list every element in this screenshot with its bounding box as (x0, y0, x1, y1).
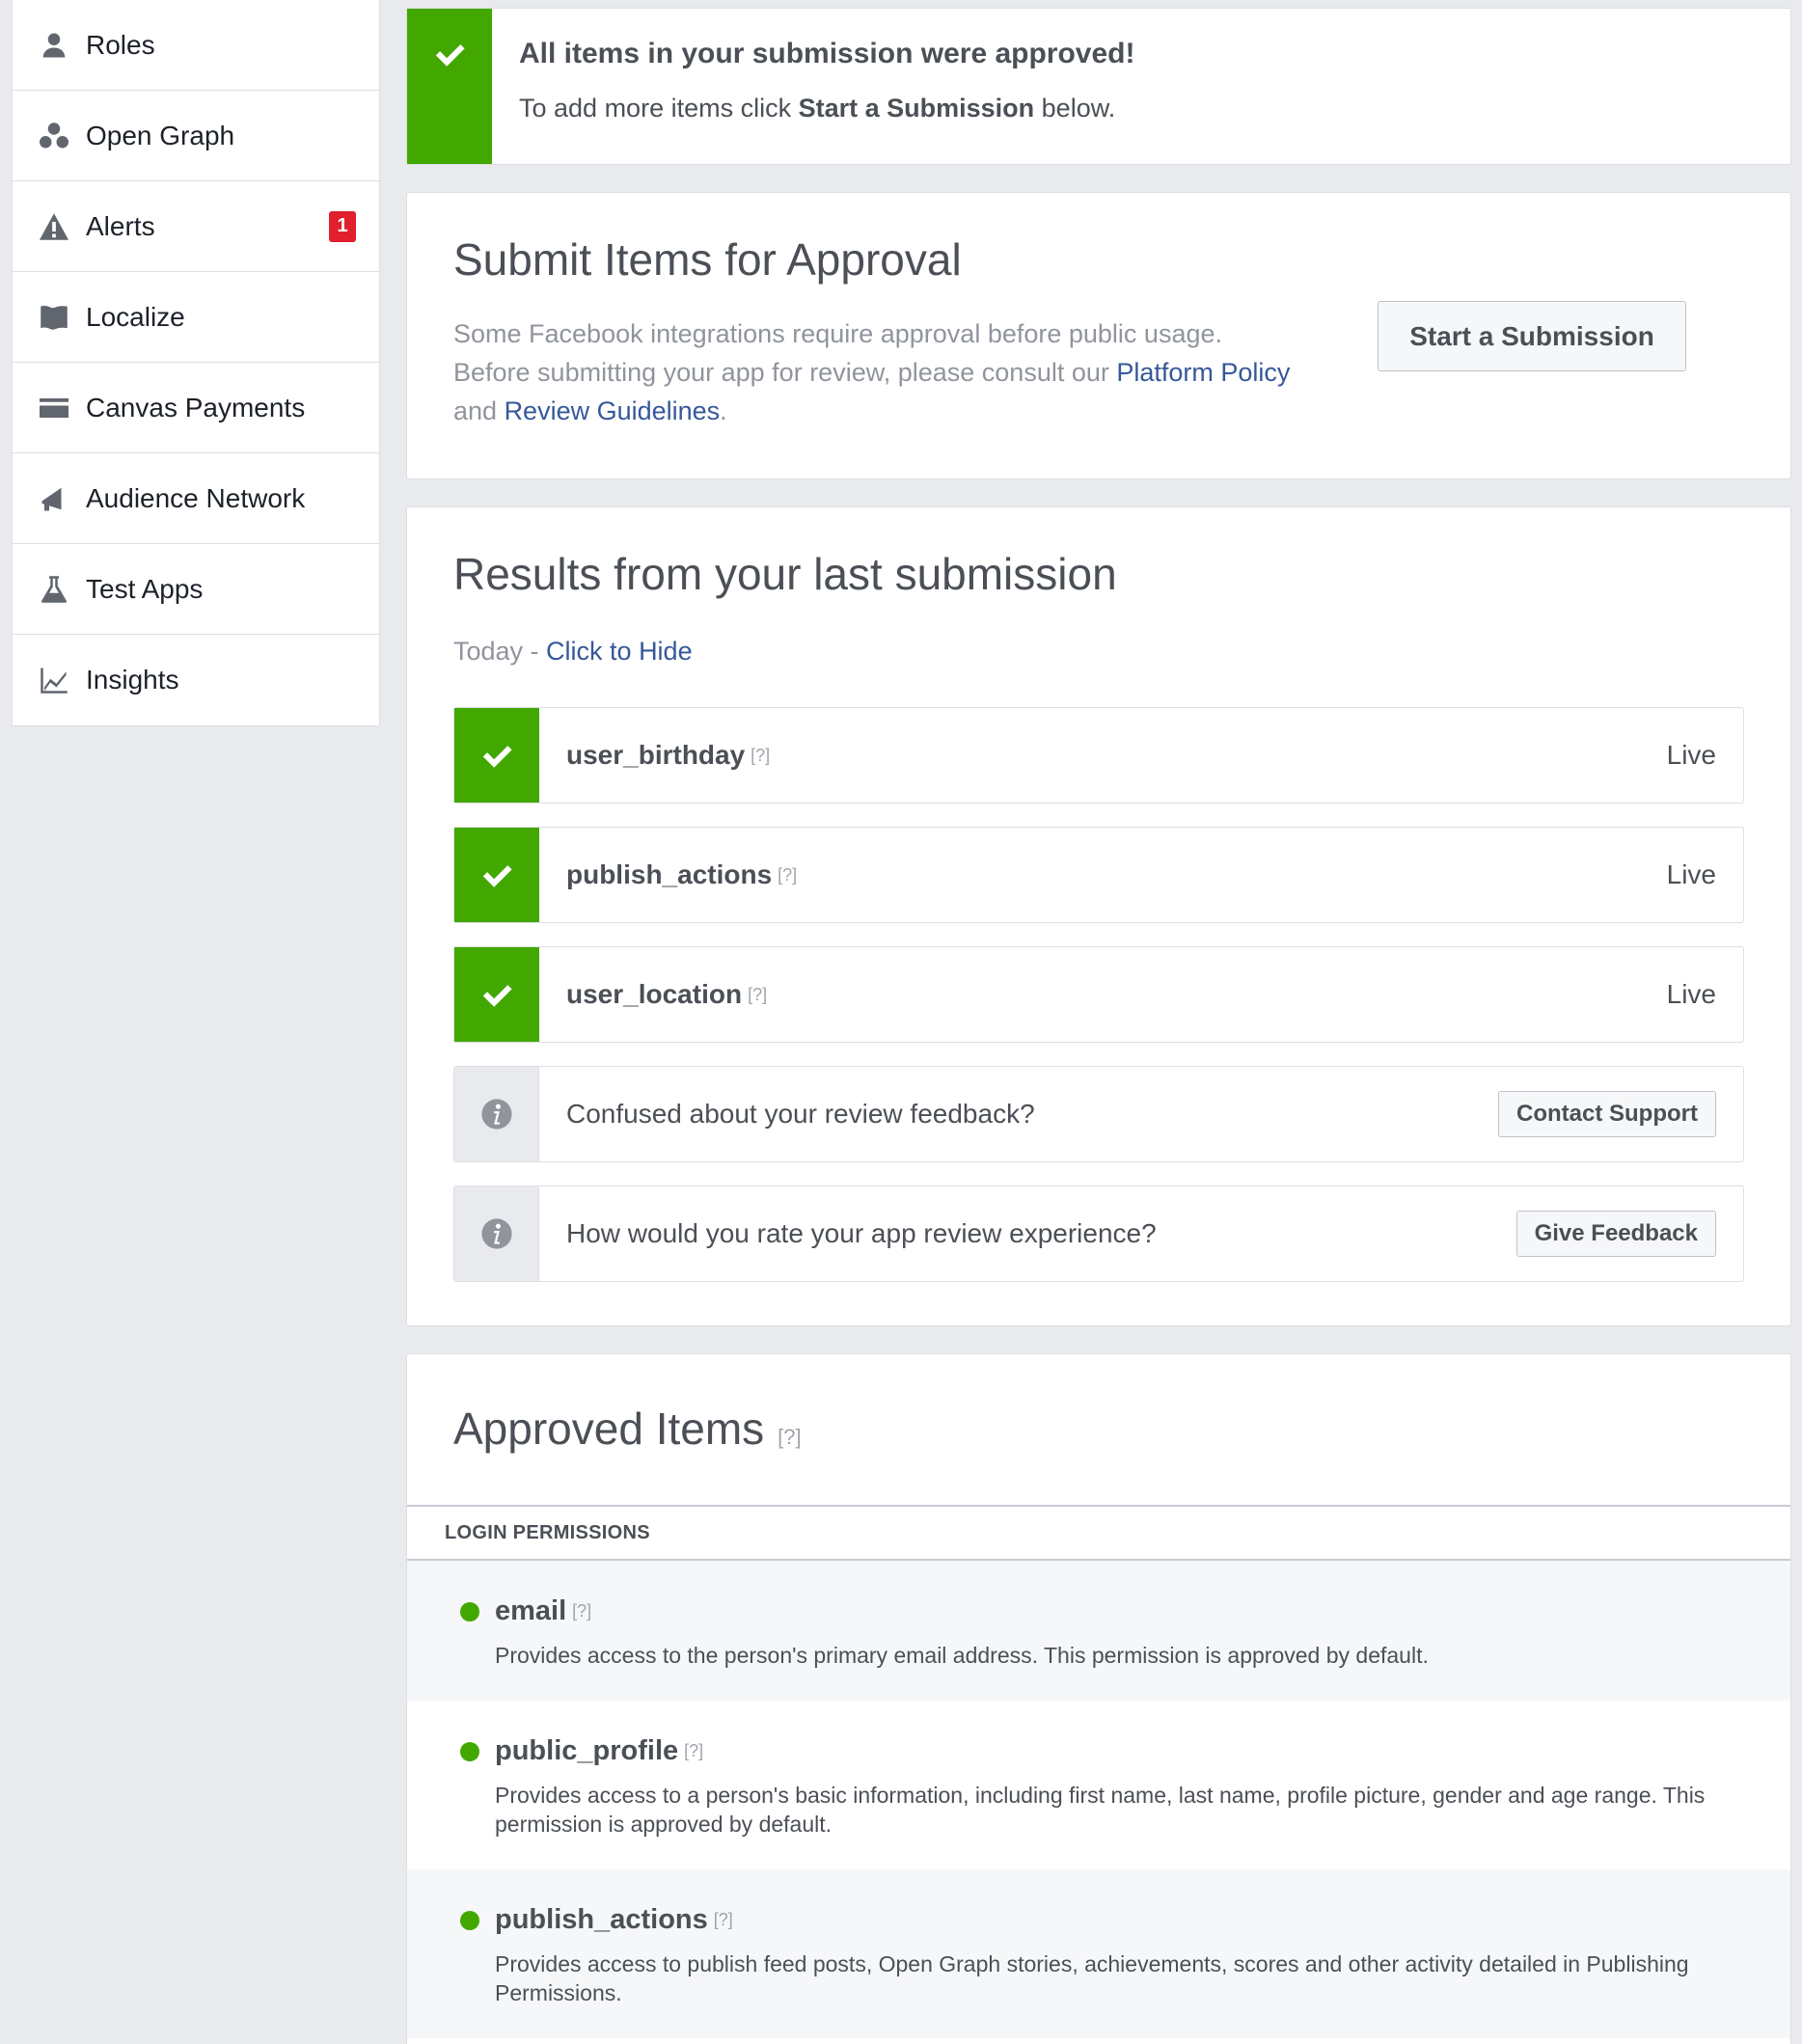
result-row: publish_actions [?] Live (453, 827, 1744, 923)
approved-title: Approved Items (453, 1404, 765, 1454)
checkmark-icon (435, 44, 465, 67)
permission-name: user_location (566, 979, 743, 1009)
sidebar-item-label: Test Apps (86, 573, 204, 604)
permission-name: user_birthday (566, 740, 746, 770)
checkmark-icon (482, 985, 512, 1007)
platform-policy-link[interactable]: Platform Policy (1116, 358, 1290, 387)
sidebar-item-canvas-payments[interactable]: Canvas Payments (13, 363, 379, 453)
sidebar: Roles Open Graph Alerts 1 Localize Canva… (12, 0, 380, 726)
result-row: user_birthday [?] Live (453, 707, 1744, 804)
credit-card-icon (40, 394, 68, 422)
person-icon (40, 31, 68, 60)
section-header-login-permissions: LOGIN PERMISSIONS (407, 1505, 1790, 1561)
flag-icon (40, 303, 68, 332)
start-submission-button[interactable]: Start a Submission (1378, 301, 1686, 371)
status-dot (460, 1741, 479, 1761)
help-link[interactable]: [?] (778, 865, 797, 886)
sidebar-item-label: Localize (86, 301, 185, 332)
alert-title: All items in your submission were approv… (519, 38, 1135, 69)
results-title: Results from your last submission (453, 549, 1117, 599)
megaphone-icon (40, 484, 68, 513)
sidebar-item-label: Roles (86, 29, 155, 60)
status-dot (460, 1910, 479, 1930)
checkmark-icon (482, 865, 512, 887)
help-link[interactable]: [?] (684, 1741, 703, 1761)
sidebar-item-test-apps[interactable]: Test Apps (13, 544, 379, 635)
sidebar-item-label: Canvas Payments (86, 392, 306, 422)
sidebar-item-label: Insights (86, 665, 179, 695)
warning-icon (40, 212, 68, 241)
sidebar-item-localize[interactable]: Localize (13, 272, 379, 363)
permission-item: email [?] Provides access to the person's… (407, 1561, 1790, 1701)
sidebar-item-audience-network[interactable]: Audience Network (13, 453, 379, 544)
help-link[interactable]: [?] (748, 985, 767, 1005)
open-graph-icon (40, 122, 68, 150)
contact-support-button[interactable]: Contact Support (1498, 1091, 1716, 1137)
sidebar-item-alerts[interactable]: Alerts 1 (13, 181, 379, 272)
line-chart-icon (40, 666, 68, 695)
sidebar-item-label: Open Graph (86, 120, 235, 150)
info-row: Confused about your review feedback? Con… (453, 1066, 1744, 1162)
sidebar-item-open-graph[interactable]: Open Graph (13, 91, 379, 181)
permission-description: Provides access to a person's basic info… (495, 1783, 1706, 1837)
status-text: Live (1666, 979, 1716, 1009)
help-link[interactable]: [?] (751, 746, 770, 766)
main-content: All items in your submission were approv… (406, 8, 1791, 2044)
permission-description: Provides access to the person's primary … (495, 1643, 1429, 1668)
give-feedback-button[interactable]: Give Feedback (1515, 1211, 1716, 1257)
sidebar-item-label: Alerts (86, 210, 155, 241)
submit-title: Submit Items for Approval (453, 234, 962, 285)
results-date: Today - Click to Hide (453, 637, 693, 666)
permission-name: publish_actions (495, 1904, 708, 1935)
result-row: user_location [?] Live (453, 946, 1744, 1043)
sidebar-item-label: Audience Network (86, 482, 306, 513)
help-link[interactable]: [?] (714, 1910, 733, 1930)
alert-text: To add more items click Start a Submissi… (519, 94, 1116, 123)
permission-name: publish_actions (566, 859, 773, 889)
flask-icon (40, 575, 68, 604)
permission-item: publish_actions [?] Provides access to pu… (407, 1869, 1790, 2038)
permission-name: email (495, 1595, 567, 1626)
approved-items-card: Approved Items [?] LOGIN PERMISSIONS ema… (406, 1353, 1791, 2044)
submit-description: Some Facebook integrations require appro… (453, 319, 1291, 425)
info-text: Confused about your review feedback? (566, 1099, 1035, 1129)
info-text: How would you rate your app review exper… (566, 1218, 1157, 1248)
sidebar-item-roles[interactable]: Roles (13, 0, 379, 91)
alert-status-bar (407, 9, 492, 164)
help-link[interactable]: [?] (572, 1601, 591, 1622)
status-text: Live (1666, 740, 1716, 770)
info-icon (480, 1218, 512, 1249)
review-guidelines-link[interactable]: Review Guidelines (505, 396, 721, 425)
sidebar-item-insights[interactable]: Insights (13, 635, 379, 725)
results-card: Results from your last submission Today … (406, 506, 1791, 1326)
checkmark-icon (482, 746, 512, 768)
status-dot (460, 1601, 479, 1622)
status-text: Live (1666, 859, 1716, 889)
help-link[interactable]: [?] (778, 1425, 801, 1450)
info-row: How would you rate your app review exper… (453, 1186, 1744, 1282)
submit-items-card: Submit Items for Approval Some Facebook … (406, 192, 1791, 479)
permission-item: public_profile [?] Provides access to a p… (407, 1701, 1790, 1869)
permission-description: Provides access to publish feed posts, O… (495, 1951, 1689, 2005)
info-icon (480, 1099, 512, 1130)
approval-success-alert: All items in your submission were approv… (406, 8, 1791, 165)
permission-name: public_profile (495, 1735, 679, 1766)
click-to-hide-link[interactable]: Click to Hide (546, 637, 693, 666)
alerts-count-badge: 1 (329, 210, 356, 242)
